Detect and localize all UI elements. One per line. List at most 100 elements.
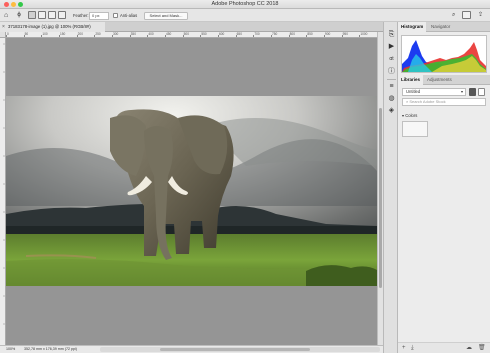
horizontal-scroll-thumb[interactable] [160, 348, 310, 351]
tab-adjustments[interactable]: Adjustments [424, 75, 455, 85]
ruler-tick-label: 550 [201, 32, 207, 36]
ruler-tick [324, 35, 325, 37]
window-title-bar: Adobe Photoshop CC 2018 [0, 0, 490, 9]
ruler-tick [41, 35, 43, 37]
actions-play-icon[interactable]: ▶ [387, 42, 396, 51]
chevron-down-icon: ▾ [460, 89, 463, 94]
ruler-tick-label: 350 [130, 32, 136, 36]
document-image[interactable] [6, 96, 377, 286]
subtract-from-selection-icon[interactable] [48, 11, 56, 19]
colors-group-header[interactable]: ▾ Colors [402, 113, 417, 118]
ruler-tick-label: 200 [77, 32, 83, 36]
tab-navigator[interactable]: Navigator [428, 22, 453, 32]
ruler-tick [306, 35, 308, 37]
library-select-value: Untitled [406, 89, 421, 94]
info-icon[interactable]: ⓘ [387, 67, 396, 76]
ruler-tick-label: 950 [342, 32, 348, 36]
ruler-tick-label: 500 [183, 32, 189, 36]
document-size[interactable]: 352,78 mm x 176,39 mm (72 ppi) [24, 346, 77, 353]
channels-icon[interactable]: ◍ [387, 94, 396, 103]
histogram-chart [401, 35, 487, 73]
status-bar: 100% 352,78 mm x 176,39 mm (72 ppi) [0, 345, 383, 353]
glyphs-icon[interactable]: αt [387, 55, 396, 64]
list-view-icon[interactable] [478, 88, 485, 96]
ruler-tick [59, 35, 60, 37]
ruler-tick-label: 800 [289, 32, 295, 36]
upload-icon[interactable]: ⤓ [411, 345, 414, 352]
share-icon[interactable]: ⇪ [478, 11, 483, 20]
history-icon[interactable]: ⎘ [387, 30, 396, 39]
ruler-tick-label: 750 [272, 32, 278, 36]
grid-view-icon[interactable] [469, 88, 476, 96]
libraries-footer: + ⤓ ☁ 🗑 [398, 342, 490, 353]
colors-label: Colors [405, 113, 418, 118]
ruler-tick-label: 50 [24, 32, 29, 36]
ruler-tick [147, 35, 149, 37]
zoom-level[interactable]: 100% [6, 346, 15, 353]
horizontal-scrollbar[interactable] [100, 347, 380, 352]
lasso-tool-icon[interactable]: ϕ [14, 11, 24, 19]
ruler-tick-label: 1000 [360, 32, 368, 36]
ruler-tick-label: 150 [60, 32, 66, 36]
ruler-tick-label: 100 [42, 32, 48, 36]
close-tab-icon[interactable]: × [2, 22, 5, 32]
ruler-tick [6, 35, 7, 37]
ruler-tick [218, 35, 219, 37]
ruler-tick-label: 900 [325, 32, 331, 36]
ruler-tick-label: 300 [113, 32, 119, 36]
tab-libraries[interactable]: Libraries [398, 75, 424, 85]
anti-alias-checkbox[interactable] [113, 13, 118, 18]
paths-icon[interactable]: ◈ [387, 106, 396, 115]
workspace-icon[interactable] [462, 11, 471, 19]
ruler-tick [200, 35, 202, 37]
app-title: Adobe Photoshop CC 2018 [211, 1, 279, 7]
trash-icon[interactable]: 🗑 [478, 345, 486, 352]
document-tab[interactable]: × 37183178-image (1).jpg @ 100% (RGB/8#) [0, 22, 105, 32]
ruler-tick [235, 35, 237, 37]
ruler-tick-label: 450 [166, 32, 172, 36]
add-icon[interactable]: + [402, 345, 406, 352]
ruler-tick-label: 850 [307, 32, 313, 36]
library-search-placeholder: Search Adobe Stock [409, 99, 446, 104]
ruler-tick [23, 35, 25, 37]
panel-icon-strip: ⎘ ▶ αt ⓘ ≡ ◍ ◈ [383, 22, 398, 353]
document-tab-bar: × 37183178-image (1).jpg @ 100% (RGB/8#) [0, 22, 383, 32]
ruler-tick [182, 35, 184, 37]
separator [387, 79, 396, 80]
histogram-graph [402, 40, 486, 72]
new-selection-icon[interactable] [28, 11, 36, 19]
library-select[interactable]: Untitled ▾ [402, 88, 466, 96]
feather-input[interactable]: 0 px [89, 11, 109, 20]
ruler-tick-label: 250 [95, 32, 101, 36]
library-search-input[interactable]: ⌕ Search Adobe Stock [402, 98, 486, 106]
ruler-tick [341, 35, 343, 37]
ruler-tick [359, 35, 361, 37]
canvas-area[interactable] [6, 38, 377, 345]
ruler-tick-label: 400 [148, 32, 154, 36]
ruler-tick [271, 35, 272, 37]
ruler-tick [129, 35, 131, 37]
ruler-tick-label: 650 [236, 32, 242, 36]
ruler-tick [165, 35, 166, 37]
ruler-origin[interactable] [0, 32, 6, 38]
anti-alias-label: Anti-alias [120, 13, 138, 18]
cloud-icon[interactable]: ☁ [466, 345, 472, 352]
tab-histogram[interactable]: Histogram [398, 22, 427, 32]
ruler-tick [76, 35, 78, 37]
feather-label: Feather: [73, 13, 89, 18]
select-and-mask-button[interactable]: Select and Mask... [144, 11, 188, 20]
layers-icon[interactable]: ≡ [387, 82, 396, 91]
search-icon[interactable]: ⌕ [452, 11, 455, 20]
add-to-selection-icon[interactable] [38, 11, 46, 19]
right-panel-dock: Histogram Navigator Libraries Adjustment… [398, 22, 490, 353]
intersect-selection-icon[interactable] [58, 11, 66, 19]
ruler-tick [253, 35, 255, 37]
ruler-tick-label: 700 [254, 32, 260, 36]
elephant-photo [6, 96, 377, 286]
vertical-scroll-thumb[interactable] [379, 108, 382, 288]
color-swatch[interactable] [402, 121, 428, 137]
options-bar: ⌂ ϕ Feather: 0 px Anti-alias Select and … [0, 9, 490, 22]
ruler-tick [288, 35, 290, 37]
home-icon[interactable]: ⌂ [4, 11, 8, 20]
ruler-tick [94, 35, 96, 37]
